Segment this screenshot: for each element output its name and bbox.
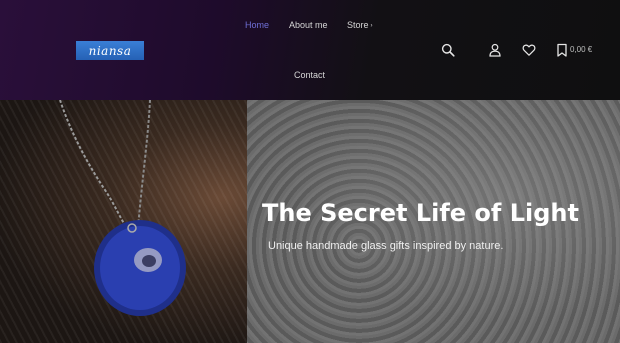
hero-pendant-image [0,100,247,343]
user-icon[interactable] [488,43,502,57]
site-header: niansa Home About me Store › Contact 0,00… [0,0,620,100]
nav-contact[interactable]: Contact [294,70,325,80]
hero-subtitle: Unique handmade glass gifts inspired by … [268,240,504,252]
nav-home[interactable]: Home [245,20,269,30]
hero-title: The Secret Life of Light [262,199,579,227]
chevron-down-icon: › [370,23,373,29]
heart-icon[interactable] [522,43,536,57]
search-icon[interactable] [441,43,455,57]
site-logo[interactable]: niansa [76,41,144,60]
bag-icon[interactable] [555,43,569,57]
nav-store-label: Store [347,20,369,30]
cart-total[interactable]: 0,00 € [570,45,592,54]
nav-about[interactable]: About me [289,20,328,30]
hero-banner: The Secret Life of Light Unique handmade… [0,100,620,343]
nav-store[interactable]: Store › [347,20,373,30]
pendant-illustration [59,100,186,316]
logo-text: niansa [88,43,132,58]
